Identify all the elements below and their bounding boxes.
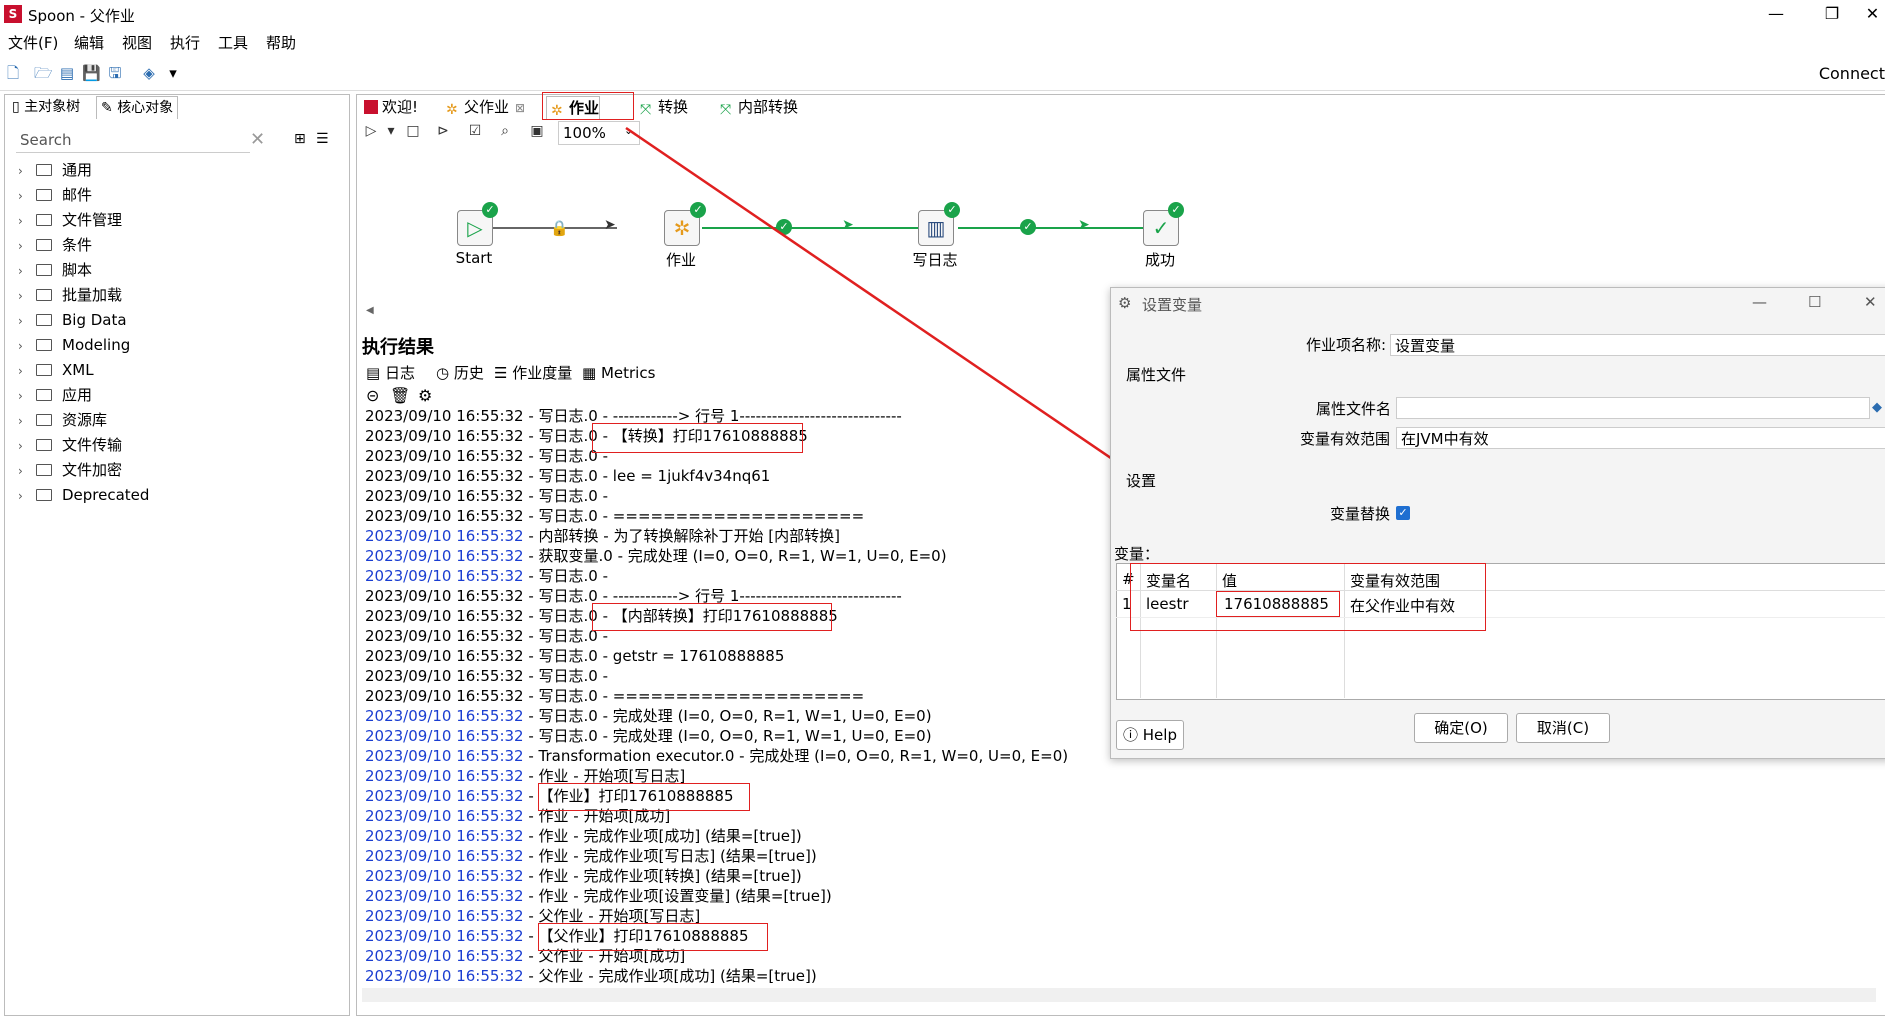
entry-name-input[interactable]: 设置变量	[1390, 334, 1885, 356]
variable-diamond-icon[interactable]: ◆	[1872, 400, 1882, 415]
name-label: 作业项名称:	[1306, 336, 1387, 354]
cancel-button[interactable]: 取消(C)	[1516, 713, 1610, 743]
variable-replace-label: 变量替换	[1330, 505, 1391, 523]
ok-button[interactable]: 确定(O)	[1414, 713, 1508, 743]
dialog-title: 设置变量	[1142, 296, 1203, 314]
help-icon: ⓘ	[1123, 726, 1143, 744]
variable-replace-checkbox[interactable]: ✓	[1396, 506, 1410, 520]
scope-label: 变量有效范围	[1300, 430, 1391, 448]
variables-label: 变量：	[1114, 545, 1160, 563]
settings-group-label: 设置	[1126, 472, 1157, 490]
dialog-variable-icon: ⚙	[1118, 294, 1132, 312]
properties-group-label: 属性文件	[1126, 366, 1187, 384]
dialog-close-button[interactable]: ✕	[1864, 293, 1877, 311]
dialog-maximize-button[interactable]: ☐	[1808, 293, 1821, 311]
scope-select[interactable]: 在JVM中有效	[1396, 427, 1885, 449]
help-button[interactable]: ⓘ Help	[1116, 720, 1184, 750]
property-file-input[interactable]	[1396, 397, 1870, 419]
highlight-value-cell	[1216, 591, 1340, 617]
dialog-minimize-button[interactable]: —	[1752, 293, 1767, 311]
property-file-label: 属性文件名	[1316, 400, 1392, 418]
